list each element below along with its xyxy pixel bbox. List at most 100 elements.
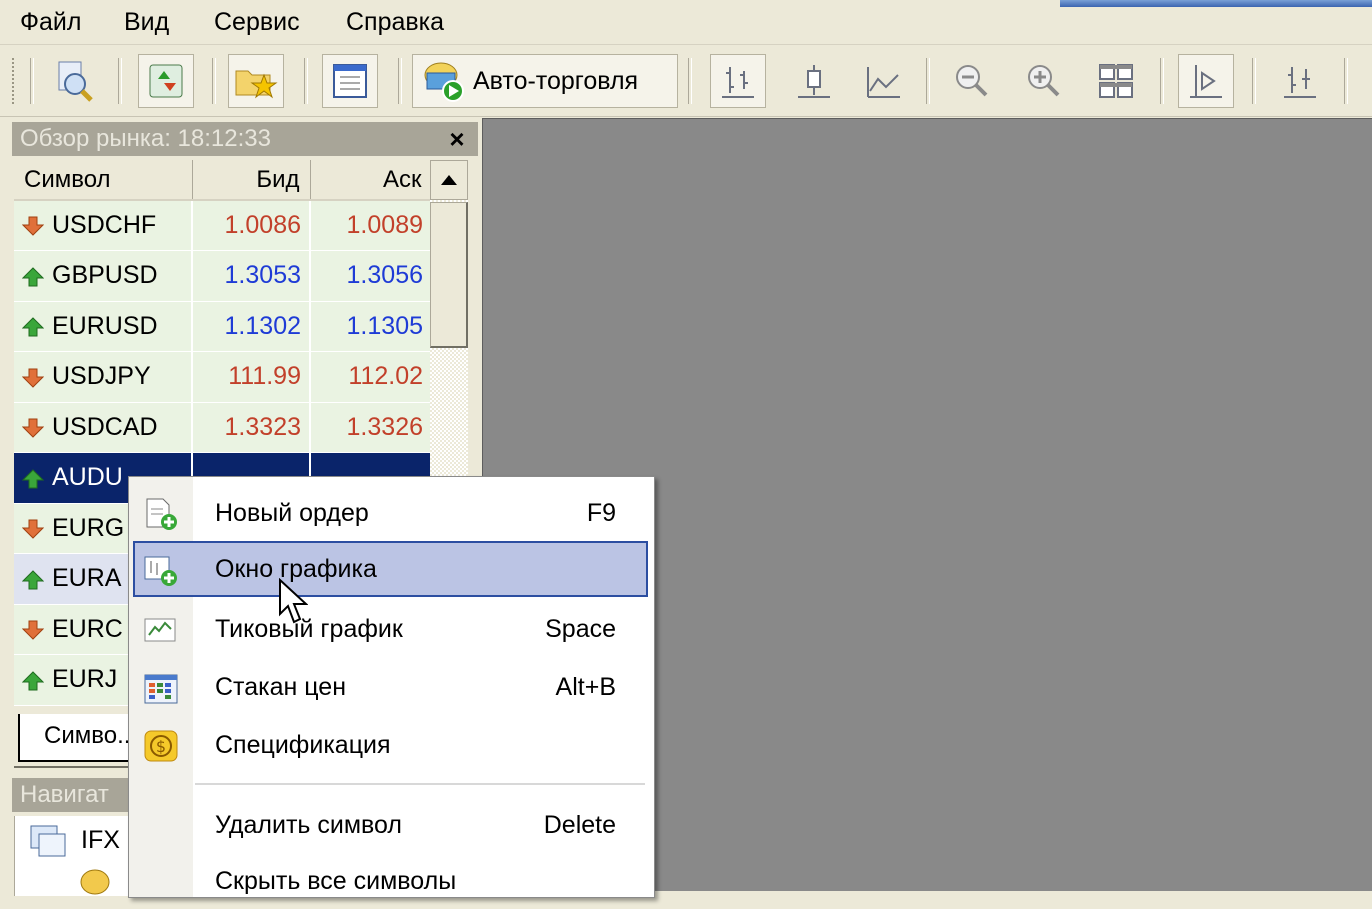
scroll-thumb[interactable]: [430, 202, 468, 348]
bid-cell: 1.3323: [192, 402, 311, 453]
terminal-button[interactable]: [322, 54, 378, 108]
scroll-up-button[interactable]: [430, 160, 468, 200]
toolbar-separator: [1252, 58, 1256, 104]
column-symbol[interactable]: Символ: [14, 160, 193, 201]
ask-cell: 1.3326: [310, 402, 433, 453]
tile-windows-icon: [1099, 64, 1133, 98]
symbol-name: USDCHF: [52, 211, 157, 239]
menu-view[interactable]: Вид: [122, 6, 171, 38]
menu-item-new-order[interactable]: Новый ордер F9: [133, 485, 648, 541]
menu-item-shortcut: Alt+B: [555, 673, 616, 701]
arrow-up-icon: [22, 317, 44, 337]
bar-chart-icon: [722, 67, 754, 98]
account-icon: [30, 825, 66, 857]
tab-symbols[interactable]: Симво...: [18, 714, 138, 762]
mouse-cursor-icon: [279, 578, 308, 624]
zoom-in-button[interactable]: [1016, 54, 1072, 108]
history-search-button[interactable]: [46, 54, 102, 108]
symbol-name: GBPUSD: [52, 261, 158, 290]
menu-item-depth-of-market[interactable]: Стакан цен Alt+B: [133, 659, 648, 715]
table-row[interactable]: EURUSD 1.1302 1.1305: [14, 301, 433, 352]
dollar-icon: $: [144, 730, 178, 762]
autotrading-button[interactable]: Авто-торговля: [412, 54, 678, 108]
toolbar-separator: [926, 58, 930, 104]
menu-item-label: Новый ордер: [215, 499, 369, 527]
autoscroll-button[interactable]: [1178, 54, 1234, 108]
zoom-out-icon: [956, 65, 988, 97]
arrow-down-icon: [22, 216, 44, 237]
menu-item-label: Удалить символ: [215, 811, 402, 839]
symbol-name: EURUSD: [52, 311, 158, 340]
zoom-out-button[interactable]: [944, 54, 1000, 108]
tile-windows-button[interactable]: [1088, 54, 1144, 108]
scroll-up-arrow-icon: [441, 175, 457, 185]
ask-cell: 1.0089: [310, 200, 433, 251]
symbol-cell: EURUSD: [14, 301, 193, 352]
autotrading-label: Авто-торговля: [473, 66, 639, 95]
menu-bar: Файл Вид Сервис Справка: [0, 0, 1372, 45]
symbol-name: EURC: [52, 614, 123, 643]
accounts-folder-icon: [80, 869, 110, 895]
menu-item-specification[interactable]: $ Спецификация: [133, 717, 648, 773]
toolbar-separator: [212, 58, 216, 104]
menu-item-delete-symbol[interactable]: Удалить символ Delete: [133, 797, 648, 853]
table-row[interactable]: USDJPY 111.99 112.02: [14, 351, 433, 403]
line-chart-button[interactable]: [856, 54, 912, 108]
table-row[interactable]: USDCAD 1.3323 1.3326: [14, 402, 433, 453]
market-watch-button[interactable]: [138, 54, 194, 108]
title-accent: [1060, 0, 1372, 7]
toolbar-separator: [30, 58, 34, 104]
table-row[interactable]: USDCHF 1.0086 1.0089: [14, 200, 433, 251]
arrow-up-icon: [22, 670, 44, 691]
new-chart-icon: [144, 556, 177, 586]
table-row[interactable]: GBPUSD 1.3053 1.3056: [14, 250, 433, 302]
toolbar-grip[interactable]: [12, 58, 18, 104]
bid-cell: 111.99: [192, 351, 311, 403]
table-header: Символ Бид Аск: [14, 160, 433, 201]
navigator-button[interactable]: [228, 54, 284, 108]
candlestick-icon: [798, 65, 830, 98]
candlestick-button[interactable]: [786, 54, 842, 108]
arrow-down-icon: [22, 519, 44, 539]
menu-item-label: Скрыть все символы: [215, 867, 457, 895]
column-bid[interactable]: Бид: [192, 160, 311, 201]
menu-help[interactable]: Справка: [344, 6, 446, 38]
menu-item-tick-chart[interactable]: Тиковый график Space: [133, 601, 648, 657]
arrow-up-icon: [22, 468, 44, 489]
zoom-in-icon: [1028, 65, 1060, 97]
symbol-name: USDCAD: [52, 412, 158, 441]
menu-item-hide-all-symbols[interactable]: Скрыть все символы: [133, 853, 648, 909]
new-order-icon: [146, 498, 177, 530]
symbol-cell: GBPUSD: [14, 250, 193, 302]
menu-item-label: Тиковый график: [215, 615, 403, 643]
navigator-item-ifx[interactable]: IFX: [81, 826, 120, 855]
toolbar-separator: [1344, 58, 1348, 104]
toolbar-separator: [118, 58, 122, 104]
ask-cell: 1.3056: [310, 250, 433, 302]
terminal-window-icon: [333, 64, 367, 98]
toolbar: Авто-торговля: [0, 46, 1372, 117]
bar-chart-button[interactable]: [710, 54, 766, 108]
arrow-up-icon: [22, 266, 44, 287]
menu-item-chart-window[interactable]: Окно графика: [133, 541, 648, 597]
symbol-cell: USDCHF: [14, 200, 193, 251]
autoscroll-icon: [1190, 65, 1222, 98]
column-ask[interactable]: Аск: [310, 160, 433, 201]
bid-cell: 1.3053: [192, 250, 311, 302]
menu-separator: [195, 783, 645, 785]
toolbar-separator: [1160, 58, 1164, 104]
symbol-name: AUDU: [52, 463, 123, 492]
context-menu: Новый ордер F9 Окно графика Тиковый граф…: [128, 476, 655, 898]
ask-cell: 112.02: [310, 351, 433, 403]
history-search-icon: [58, 61, 93, 102]
symbol-cell: USDJPY: [14, 351, 193, 403]
chart-shift-button[interactable]: [1272, 54, 1328, 108]
market-watch-title: Обзор рынка: 18:12:33: [12, 122, 478, 156]
toolbar-separator: [398, 58, 402, 104]
menu-service[interactable]: Сервис: [212, 6, 302, 38]
arrow-down-icon: [22, 368, 44, 388]
menu-item-label: Спецификация: [215, 731, 391, 759]
menu-file[interactable]: Файл: [18, 6, 83, 38]
close-icon[interactable]: ×: [443, 122, 471, 156]
menu-item-shortcut: Space: [545, 615, 616, 643]
